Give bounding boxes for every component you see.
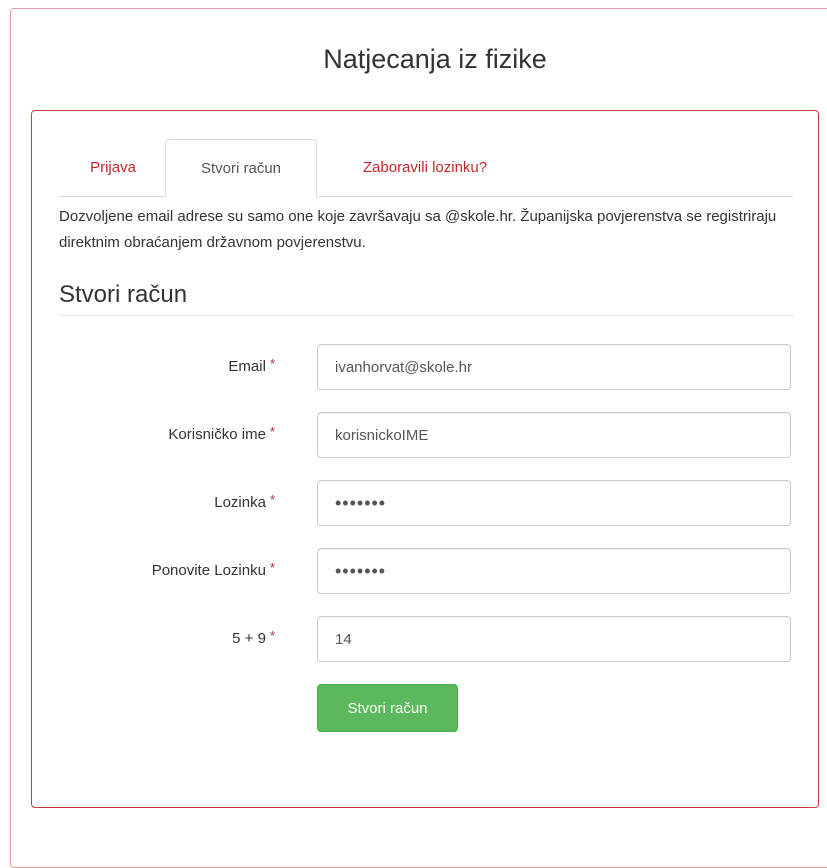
password-repeat-label: Ponovite Lozinku * xyxy=(152,548,275,594)
password-repeat-field[interactable] xyxy=(317,548,791,594)
required-marker: * xyxy=(269,424,275,439)
email-label-text: Email xyxy=(228,358,266,375)
intro-text: Dozvoljene email adrese su samo one koje… xyxy=(59,208,777,251)
captcha-field[interactable] xyxy=(317,616,791,662)
tab-forgot-password[interactable]: Zaboravili lozinku? xyxy=(320,139,530,196)
username-row: Korisničko ime * xyxy=(32,412,820,458)
auth-tabs: Prijava Stvori račun Zaboravili lozinku? xyxy=(58,139,793,197)
password-label-text: Lozinka xyxy=(214,494,266,511)
required-marker: * xyxy=(269,356,275,371)
password-label: Lozinka * xyxy=(214,480,275,526)
username-label: Korisničko ime * xyxy=(168,412,275,458)
captcha-label: 5 + 9 * xyxy=(232,616,275,662)
password-repeat-label-text: Ponovite Lozinku xyxy=(151,562,266,579)
page-title: Natjecanja iz fizike xyxy=(323,44,547,74)
username-field[interactable] xyxy=(317,412,791,458)
email-row: Email * xyxy=(32,344,820,390)
required-marker: * xyxy=(269,628,275,643)
email-field[interactable] xyxy=(317,344,791,390)
auth-panel: Prijava Stvori račun Zaboravili lozinku?… xyxy=(31,110,819,808)
create-account-button[interactable]: Stvori račun xyxy=(317,684,458,732)
password-repeat-row: Ponovite Lozinku * xyxy=(32,548,820,594)
email-label: Email * xyxy=(228,344,275,390)
password-field[interactable] xyxy=(317,480,791,526)
captcha-label-text: 5 + 9 xyxy=(232,630,266,647)
captcha-row: 5 + 9 * xyxy=(32,616,820,662)
required-marker: * xyxy=(269,492,275,507)
section-title: Stvori račun xyxy=(59,281,794,316)
password-row: Lozinka * xyxy=(32,480,820,526)
username-label-text: Korisničko ime xyxy=(168,426,266,443)
required-marker: * xyxy=(269,560,275,575)
tab-create-account[interactable]: Stvori račun xyxy=(165,139,317,197)
tab-login[interactable]: Prijava xyxy=(58,139,168,196)
